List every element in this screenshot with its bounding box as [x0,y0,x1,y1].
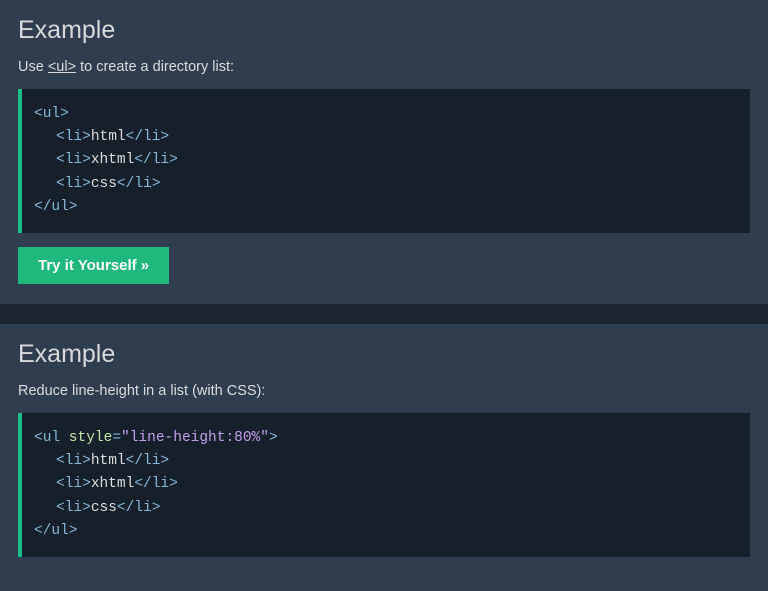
code-li-open: <li> [56,176,91,192]
try-it-yourself-button[interactable]: Try it Yourself » [18,247,169,284]
code-li-open: <li> [56,476,91,492]
code-li-open: <li> [56,129,91,145]
example-section-2: Example Reduce line-height in a list (wi… [0,324,768,591]
example-description: Use <ul> to create a directory list: [18,59,750,75]
code-li-open: <li> [56,453,91,469]
desc-text-post: to create a directory list: [76,59,234,75]
code-li-close: </li> [117,176,161,192]
code-ul-close: </ul> [34,523,78,539]
code-ul-open-post: > [269,430,278,446]
example-heading: Example [18,16,750,45]
code-item-1: html [91,453,126,469]
code-attr-name: style [60,430,112,446]
code-attr-val: "line-height:80%" [121,430,269,446]
code-li-close: </li> [126,129,170,145]
code-item-3: css [91,176,117,192]
example-description: Reduce line-height in a list (with CSS): [18,383,750,399]
code-eq: = [112,430,121,446]
code-li-close: </li> [134,152,178,168]
code-li-close: </li> [117,500,161,516]
code-li-close: </li> [126,453,170,469]
code-item-2: xhtml [91,152,135,168]
code-item-1: html [91,129,126,145]
code-ul-open: <ul> [34,106,69,122]
code-li-open: <li> [56,152,91,168]
ul-tag-link[interactable]: <ul> [48,59,76,75]
code-li-close: </li> [134,476,178,492]
section-divider [0,304,768,324]
code-item-3: css [91,500,117,516]
code-item-2: xhtml [91,476,135,492]
code-block-1: <ul> <li>html</li> <li>xhtml</li> <li>cs… [18,89,750,233]
code-block-2: <ul style="line-height:80%"> <li>html</l… [18,413,750,557]
code-ul-close: </ul> [34,199,78,215]
example-heading: Example [18,340,750,369]
code-ul-open-pre: <ul [34,430,60,446]
example-section-1: Example Use <ul> to create a directory l… [0,0,768,304]
code-li-open: <li> [56,500,91,516]
desc-text-pre: Use [18,59,48,75]
